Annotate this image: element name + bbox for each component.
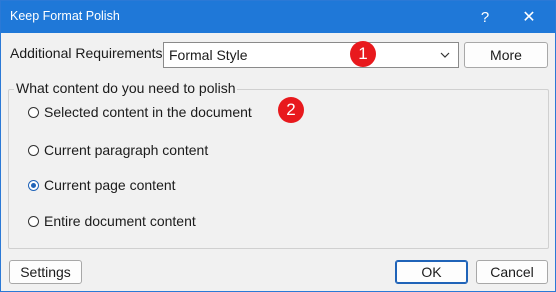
window-title: Keep Format Polish [10,9,120,23]
step-badge-1-number: 1 [358,44,368,63]
step-badge-2: 2 [278,97,304,123]
dialog-window: Keep Format Polish ? ✕ Additional Requir… [0,0,556,292]
settings-button-label: Settings [20,264,71,280]
radio-label: Current paragraph content [44,142,209,158]
radio-label: Selected content in the document [44,104,252,120]
cancel-button[interactable]: Cancel [476,260,548,284]
more-button-label: More [490,47,522,63]
radio-button[interactable] [28,179,39,191]
title-bar: Keep Format Polish ? ✕ [1,1,555,33]
radio-button[interactable] [28,215,39,227]
more-button[interactable]: More [464,42,548,68]
style-dropdown[interactable]: Formal Style [163,42,459,68]
radio-label: Entire document content [44,213,196,229]
step-badge-2-number: 2 [286,100,296,119]
radio-button[interactable] [28,106,39,118]
step-badge-1: 1 [350,41,376,67]
chevron-down-icon[interactable] [438,48,452,62]
settings-button[interactable]: Settings [9,260,82,284]
radio-label: Current page content [44,177,176,193]
radio-option-current-paragraph[interactable]: Current paragraph content [28,140,208,160]
close-button[interactable]: ✕ [509,1,549,33]
radio-button[interactable] [28,144,39,156]
ok-button[interactable]: OK [395,260,468,284]
cancel-button-label: Cancel [490,264,534,280]
close-icon: ✕ [522,9,536,26]
help-icon: ? [480,8,490,26]
radio-option-entire-document[interactable]: Entire document content [28,211,196,231]
ok-button-label: OK [421,264,442,280]
help-button[interactable]: ? [465,1,505,33]
additional-requirements-label: Additional Requirements [10,45,163,61]
radio-option-current-page[interactable]: Current page content [28,175,176,195]
radio-option-selected-content[interactable]: Selected content in the document [28,102,252,122]
style-dropdown-value: Formal Style [169,47,248,63]
content-group-legend: What content do you need to polish [14,80,238,96]
